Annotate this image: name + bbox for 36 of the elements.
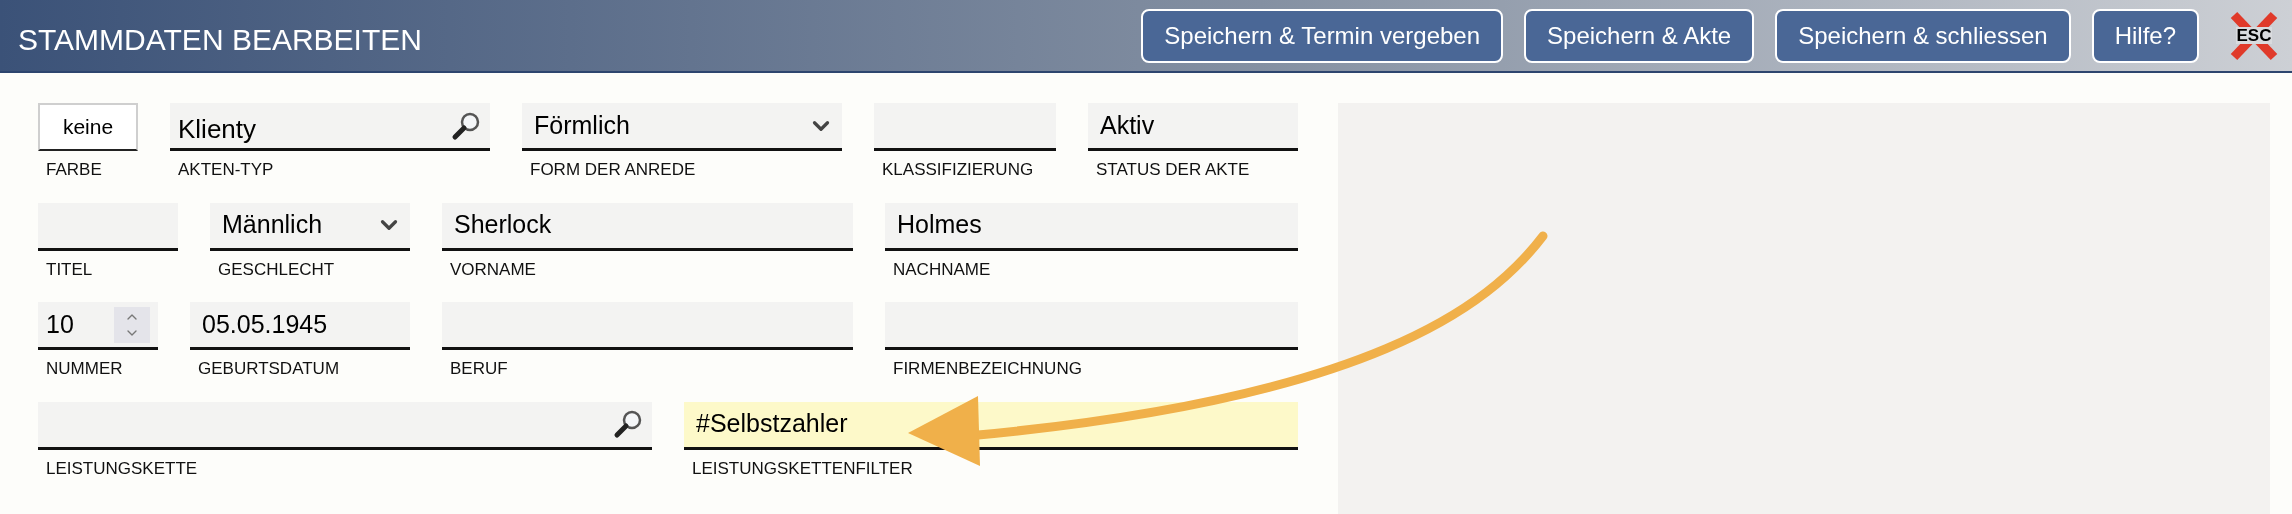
- dropdown-field[interactable]: Männlich: [210, 202, 410, 251]
- text-field[interactable]: Aktiv: [1088, 103, 1298, 151]
- page-title: STAMMDATEN BEARBEITEN: [18, 22, 422, 58]
- number-field[interactable]: 10: [38, 302, 158, 350]
- field-label: NACHNAME: [892, 258, 992, 281]
- field-label: FIRMENBEZEICHNUNG: [892, 358, 1083, 380]
- text-field[interactable]: 05.05.1945: [190, 302, 410, 350]
- field-label: STATUS DER AKTE: [1095, 159, 1251, 181]
- dropdown-field[interactable]: Förmlich: [522, 103, 842, 151]
- text-field[interactable]: [442, 302, 853, 350]
- header-button[interactable]: Hilfe?: [2091, 8, 2199, 63]
- field-label: AKTEN-TYP: [177, 159, 275, 181]
- field-label: LEISTUNGSKETTE: [45, 457, 199, 480]
- field-label: GEBURTSDATUM: [197, 358, 341, 380]
- text-field[interactable]: [874, 103, 1056, 151]
- header-button[interactable]: Speichern & schliessen: [1775, 8, 2071, 63]
- field-label: FARBE: [45, 159, 103, 181]
- close-button[interactable]: ESC: [2228, 8, 2280, 63]
- text-field[interactable]: Holmes: [885, 202, 1298, 251]
- search-field[interactable]: [38, 401, 652, 450]
- field-label: FORM DER ANREDE: [529, 159, 697, 181]
- color-field[interactable]: keine: [38, 103, 138, 151]
- field-label: GESCHLECHT: [217, 258, 336, 281]
- search-field[interactable]: Klienty: [170, 103, 490, 151]
- search-icon[interactable]: [612, 408, 644, 440]
- text-field[interactable]: [38, 202, 178, 251]
- field-label: KLASSIFIZIERUNG: [881, 159, 1035, 181]
- field-label: NUMMER: [45, 358, 124, 380]
- field-label: VORNAME: [449, 258, 537, 281]
- field-label: TITEL: [45, 258, 94, 281]
- field-label: BERUF: [449, 358, 509, 380]
- header-button[interactable]: Speichern & Akte: [1524, 8, 1755, 63]
- text-field[interactable]: Sherlock: [442, 202, 853, 251]
- field-label: LEISTUNGSKETTENFILTER: [691, 457, 914, 480]
- header-button[interactable]: Speichern & Termin vergeben: [1141, 8, 1504, 63]
- text-field[interactable]: [885, 302, 1298, 350]
